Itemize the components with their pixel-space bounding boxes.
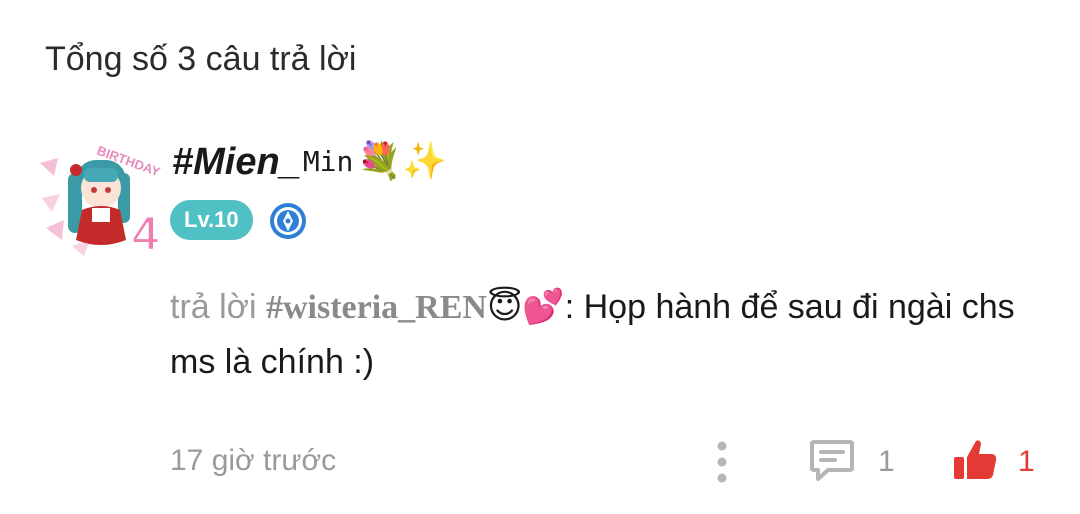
thumbs-up-icon — [952, 437, 998, 488]
reply-text: trả lời #wisteria_REN😇💕: Họp hành để sau… — [170, 280, 1020, 389]
username[interactable]: #Mien_ Min 💐✨ — [172, 138, 447, 186]
username-main: #Mien_ — [172, 141, 301, 183]
like-button[interactable]: 1 — [952, 436, 1035, 488]
reply-mention[interactable]: #wisteria_REN — [266, 289, 487, 326]
pen-badge-icon[interactable] — [268, 201, 308, 241]
comment-button[interactable]: 1 — [808, 436, 895, 488]
reply-prefix: trả lời — [170, 288, 257, 326]
more-vertical-icon[interactable] — [712, 440, 732, 484]
replies-count-title: Tổng số 3 câu trả lời — [45, 40, 357, 78]
comment-icon — [808, 436, 856, 489]
level-badge[interactable]: Lv.10 — [170, 200, 253, 240]
avatar[interactable]: BIRTHDAY 4 — [32, 128, 162, 262]
mention-emoji: 😇💕 — [486, 287, 565, 327]
comment-count: 1 — [878, 445, 895, 478]
username-emoji: 💐✨ — [357, 141, 448, 182]
avatar-number: 4 — [132, 208, 159, 258]
like-count: 1 — [1018, 445, 1035, 478]
username-rest: Min — [302, 145, 354, 178]
timestamp: 17 giờ trước — [170, 444, 337, 477]
